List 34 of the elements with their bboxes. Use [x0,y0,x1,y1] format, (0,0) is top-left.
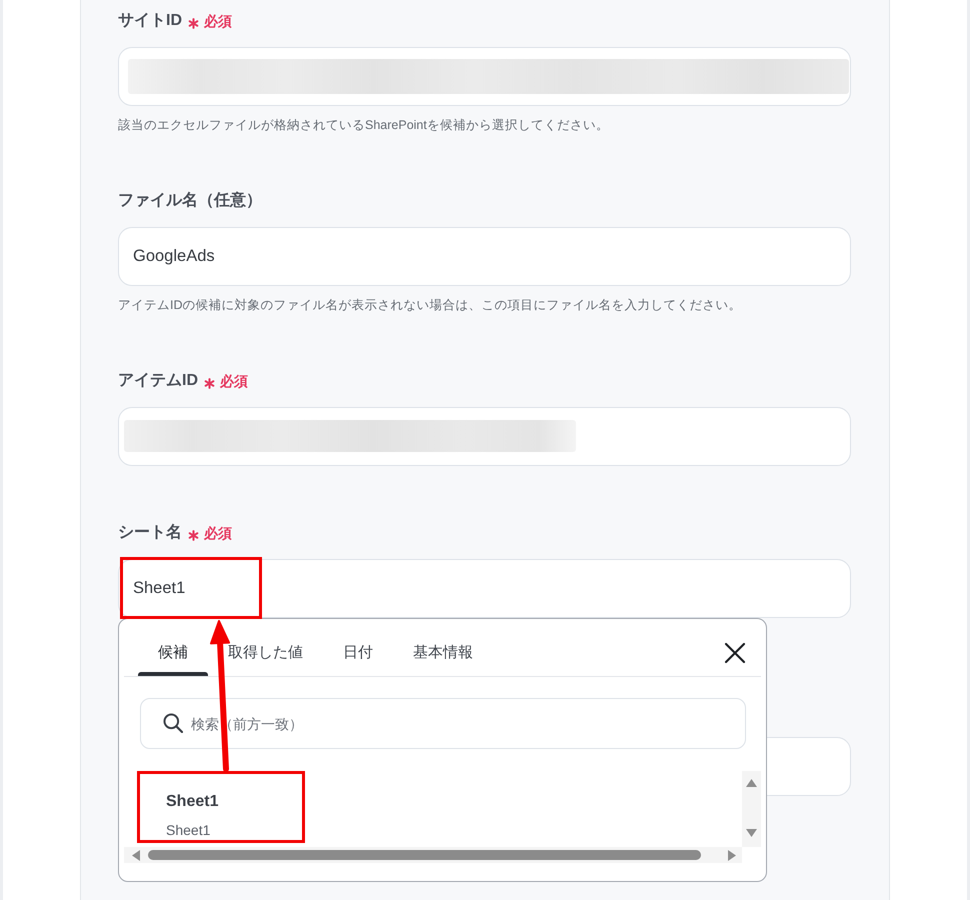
popup-tab[interactable]: 基本情報 [393,629,493,676]
scroll-left-icon[interactable] [132,850,140,860]
popup-tab[interactable]: 候補 [138,629,208,676]
field-label: ファイル名（任意） [118,190,262,211]
text-field[interactable]: GoogleAds [118,227,851,286]
text-field[interactable] [118,407,851,466]
required-asterisk-icon [188,18,199,28]
text-field[interactable] [118,47,851,106]
required-asterisk-icon [204,378,215,388]
vertical-scrollbar[interactable] [742,771,761,847]
required-label: 必須 [220,372,248,390]
scroll-up-icon[interactable] [746,779,757,787]
scrollbar-thumb[interactable] [148,850,701,860]
required-label: 必須 [204,524,232,542]
help-text: アイテムIDの候補に対象のファイル名が表示されない場合は、この項目にファイル名を入力してください。 [118,297,742,314]
field-label: サイトID [118,11,182,31]
required-asterisk-icon [188,530,199,540]
item-subtitle: Sheet1 [166,821,212,840]
required-label: 必須 [204,12,232,30]
close-icon [724,642,746,664]
help-text: 該当のエクセルファイルが格納されているSharePointを候補から選択してください。 [118,117,610,134]
item-title: Sheet1 [166,792,220,812]
scroll-down-icon[interactable] [746,829,757,837]
suggestion-item[interactable]: Sheet1 Sheet1 [124,771,742,847]
scroll-right-icon[interactable] [728,850,736,860]
search-field[interactable]: 検索（前方一致） [140,698,746,749]
close-button[interactable] [723,640,747,664]
text-field[interactable]: Sheet1 [118,559,851,618]
horizontal-scrollbar[interactable] [124,847,742,863]
search-icon [163,713,183,733]
popup-tab[interactable]: 取得した値 [208,629,323,676]
field-label: シート名 [118,522,182,543]
popup-tab[interactable]: 日付 [323,629,393,676]
field-label: アイテムID [118,371,198,391]
